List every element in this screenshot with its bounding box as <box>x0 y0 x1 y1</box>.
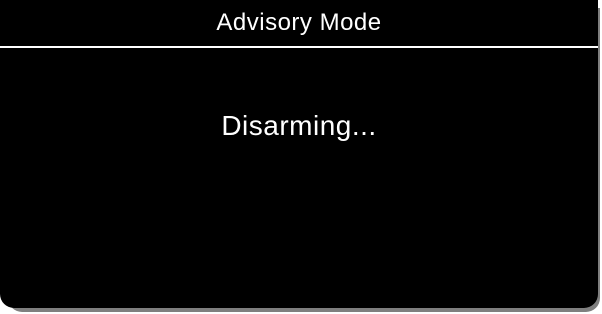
dialog-title: Advisory Mode <box>216 9 382 36</box>
advisory-mode-screen: Advisory Mode Disarming... <box>0 0 602 314</box>
title-divider <box>0 46 598 48</box>
status-message: Disarming... <box>221 110 377 141</box>
advisory-panel: Advisory Mode Disarming... <box>0 0 598 308</box>
